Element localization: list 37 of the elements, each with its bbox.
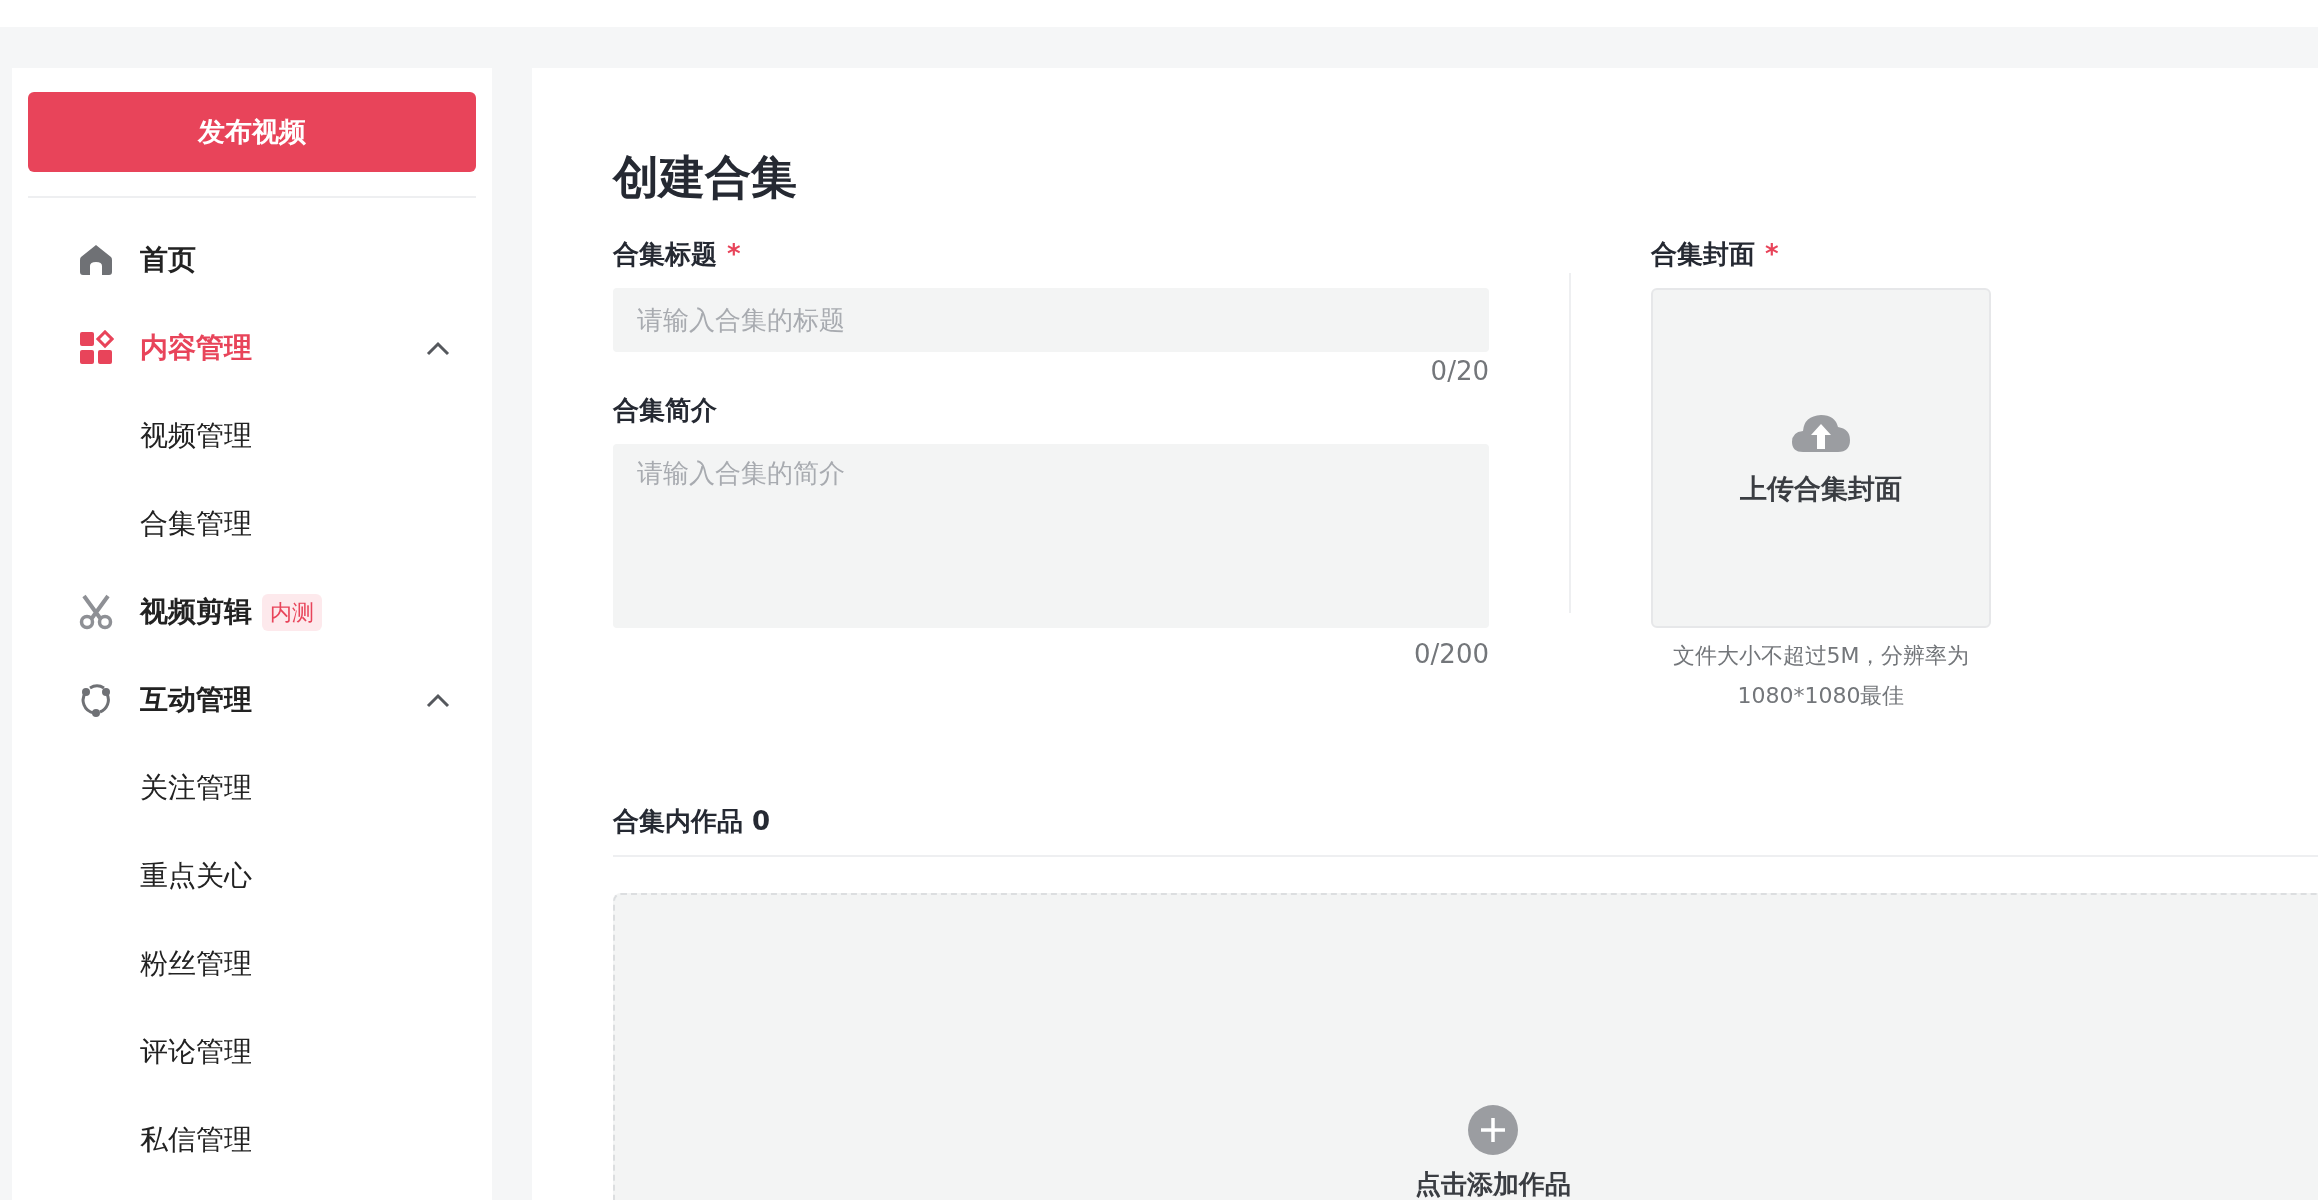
- text-area[interactable]: 请输入合集的简介: [613, 444, 1489, 629]
- required-mark: *: [727, 238, 741, 272]
- required-mark: *: [1765, 238, 1779, 272]
- field-label: 合集标题: [613, 238, 717, 272]
- submenu-item[interactable]: 重点关心: [28, 832, 476, 920]
- scissors-icon: [78, 594, 114, 630]
- menu-label: 视频剪辑: [140, 594, 252, 630]
- menu-item[interactable]: 视频剪辑 内测: [28, 568, 476, 656]
- field-label: 合集封面: [1651, 238, 1755, 272]
- submenu-item[interactable]: 评论管理: [28, 1008, 476, 1096]
- menu-item[interactable]: 互动管理: [28, 656, 476, 744]
- input-field[interactable]: 请输入合集的标题: [613, 288, 1489, 353]
- plus-icon: [1468, 1105, 1518, 1156]
- beta-tag: 内测: [262, 593, 322, 631]
- grid-icon: [78, 330, 114, 366]
- upload-hint: 文件大小不超过5M，分辨率为1080*1080最佳: [1671, 642, 1971, 711]
- char-counter: 0/200: [1414, 639, 1489, 670]
- submenu-item[interactable]: 私信管理: [28, 1096, 476, 1184]
- submenu-item[interactable]: 合集管理: [28, 480, 476, 568]
- submenu-item[interactable]: 粉丝管理: [28, 920, 476, 1008]
- char-counter: 0/20: [1430, 356, 1489, 387]
- menu-item[interactable]: 内容管理: [28, 304, 476, 392]
- chevron-up-icon: [424, 691, 452, 709]
- page-title: 创建合集: [613, 150, 798, 206]
- home-icon: [78, 242, 114, 278]
- add-works-area[interactable]: 点击添加作品: [613, 893, 2318, 1200]
- publish-button[interactable]: 发布视频: [28, 92, 476, 172]
- menu-item[interactable]: 首页: [28, 216, 476, 304]
- chevron-up-icon: [424, 339, 452, 357]
- section-heading: 合集内作品 0: [613, 806, 771, 837]
- menu-label: 内容管理: [140, 330, 252, 366]
- upload-area[interactable]: 上传合集封面: [1651, 288, 1991, 629]
- field-label: 合集简介: [613, 394, 717, 428]
- menu-label: 首页: [140, 242, 196, 278]
- menu-label: 互动管理: [140, 682, 252, 718]
- submenu-item[interactable]: 关注管理: [28, 744, 476, 832]
- submenu-item[interactable]: 视频管理: [28, 392, 476, 480]
